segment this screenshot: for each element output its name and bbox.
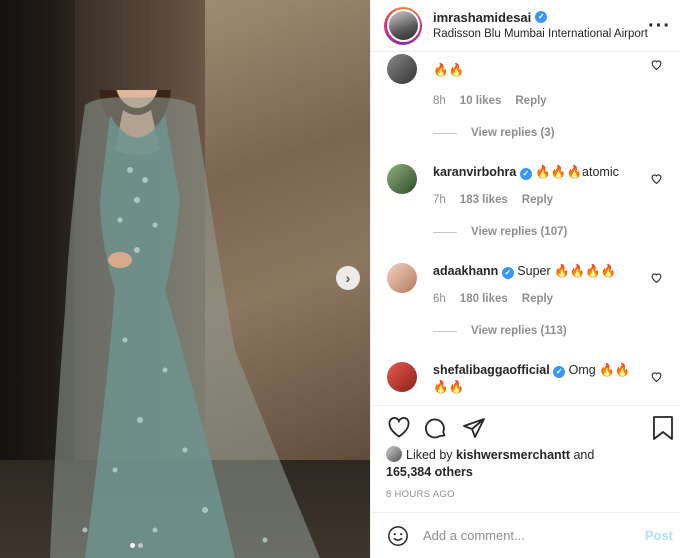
reply-button[interactable]: Reply <box>522 293 553 305</box>
comment-text: adaakhann ✓ Super 🔥🔥🔥🔥 <box>433 264 617 279</box>
comment-meta: 6h 180 likes Reply <box>433 293 553 305</box>
carousel-dot <box>130 543 135 548</box>
view-replies-button[interactable]: View replies (113) <box>433 325 567 337</box>
post-photo[interactable]: › <box>0 0 370 558</box>
comment-bubble-icon[interactable] <box>424 416 448 445</box>
comment-text: shefalibaggaofficial ✓ Omg 🔥🔥 🔥🔥 <box>433 363 631 394</box>
comment-likes[interactable]: 10 likes <box>460 95 502 107</box>
comment-input[interactable] <box>423 528 623 543</box>
carousel-indicator <box>130 543 143 548</box>
more-icon[interactable]: ··· <box>648 15 671 38</box>
like-comment-heart-icon[interactable] <box>650 271 663 284</box>
post-header: imrashamidesai ✓ Radisson Blu Mumbai Int… <box>371 0 680 52</box>
comments-list: 🔥🔥 8h 10 likes Reply View replies (3) ka… <box>371 52 680 404</box>
comment-time: 8h <box>433 95 446 107</box>
share-paper-plane-icon[interactable] <box>462 416 486 445</box>
comment-text: 🔥🔥 <box>433 63 465 77</box>
post-side-panel: imrashamidesai ✓ Radisson Blu Mumbai Int… <box>370 0 680 558</box>
likes-prefix: Liked by <box>406 448 453 462</box>
comment-meta: 7h 183 likes Reply <box>433 194 553 206</box>
comment-likes[interactable]: 183 likes <box>460 194 508 206</box>
liker-username[interactable]: kishwersmerchantt <box>456 448 570 462</box>
verified-icon: ✓ <box>501 267 514 279</box>
comment-time: 7h <box>433 194 446 206</box>
post-comment-button[interactable]: Post <box>645 528 673 543</box>
save-bookmark-icon[interactable] <box>652 416 674 445</box>
post-timestamp[interactable]: 8 HOURS AGO <box>386 489 455 500</box>
liker-avatar[interactable] <box>386 446 402 462</box>
likes-summary: Liked by kishwersmerchantt and 165,384 o… <box>386 446 676 481</box>
woman-in-gown-illustration <box>50 90 320 558</box>
commenter-avatar[interactable] <box>387 54 417 84</box>
like-comment-heart-icon[interactable] <box>650 172 663 185</box>
like-comment-heart-icon[interactable] <box>650 58 663 71</box>
verified-icon: ✓ <box>553 366 566 378</box>
like-heart-icon[interactable] <box>387 416 411 443</box>
post-location[interactable]: Radisson Blu Mumbai International Airpor… <box>433 26 648 43</box>
author-username[interactable]: imrashamidesai <box>433 9 531 26</box>
likes-count[interactable]: 165,384 others <box>386 465 473 479</box>
reply-button[interactable]: Reply <box>515 95 546 107</box>
verified-icon: ✓ <box>519 168 532 180</box>
comment-time: 6h <box>433 293 446 305</box>
add-comment-bar: Post <box>371 512 680 558</box>
commenter-avatar[interactable] <box>387 263 417 293</box>
verified-icon: ✓ <box>535 11 548 23</box>
comment-username[interactable]: adaakhann <box>433 264 498 278</box>
next-photo-button[interactable]: › <box>336 266 360 290</box>
view-replies-button[interactable]: View replies (3) <box>433 127 555 139</box>
comment-username[interactable]: karanvirbohra <box>433 165 516 179</box>
post-actions-bar <box>371 405 680 445</box>
like-comment-heart-icon[interactable] <box>650 370 663 383</box>
carousel-dot <box>138 543 143 548</box>
reply-button[interactable]: Reply <box>522 194 553 206</box>
author-avatar[interactable] <box>384 6 422 45</box>
commenter-avatar[interactable] <box>387 164 417 194</box>
comment-username[interactable]: shefalibaggaofficial <box>433 363 550 377</box>
comment-text: karanvirbohra ✓ 🔥🔥🔥atomic <box>433 165 619 180</box>
view-replies-button[interactable]: View replies (107) <box>433 226 567 238</box>
comment-likes[interactable]: 180 likes <box>460 293 508 305</box>
likes-and: and <box>573 448 595 462</box>
commenter-avatar[interactable] <box>387 362 417 392</box>
comment-meta: 8h 10 likes Reply <box>433 95 547 107</box>
emoji-icon[interactable] <box>387 525 409 547</box>
